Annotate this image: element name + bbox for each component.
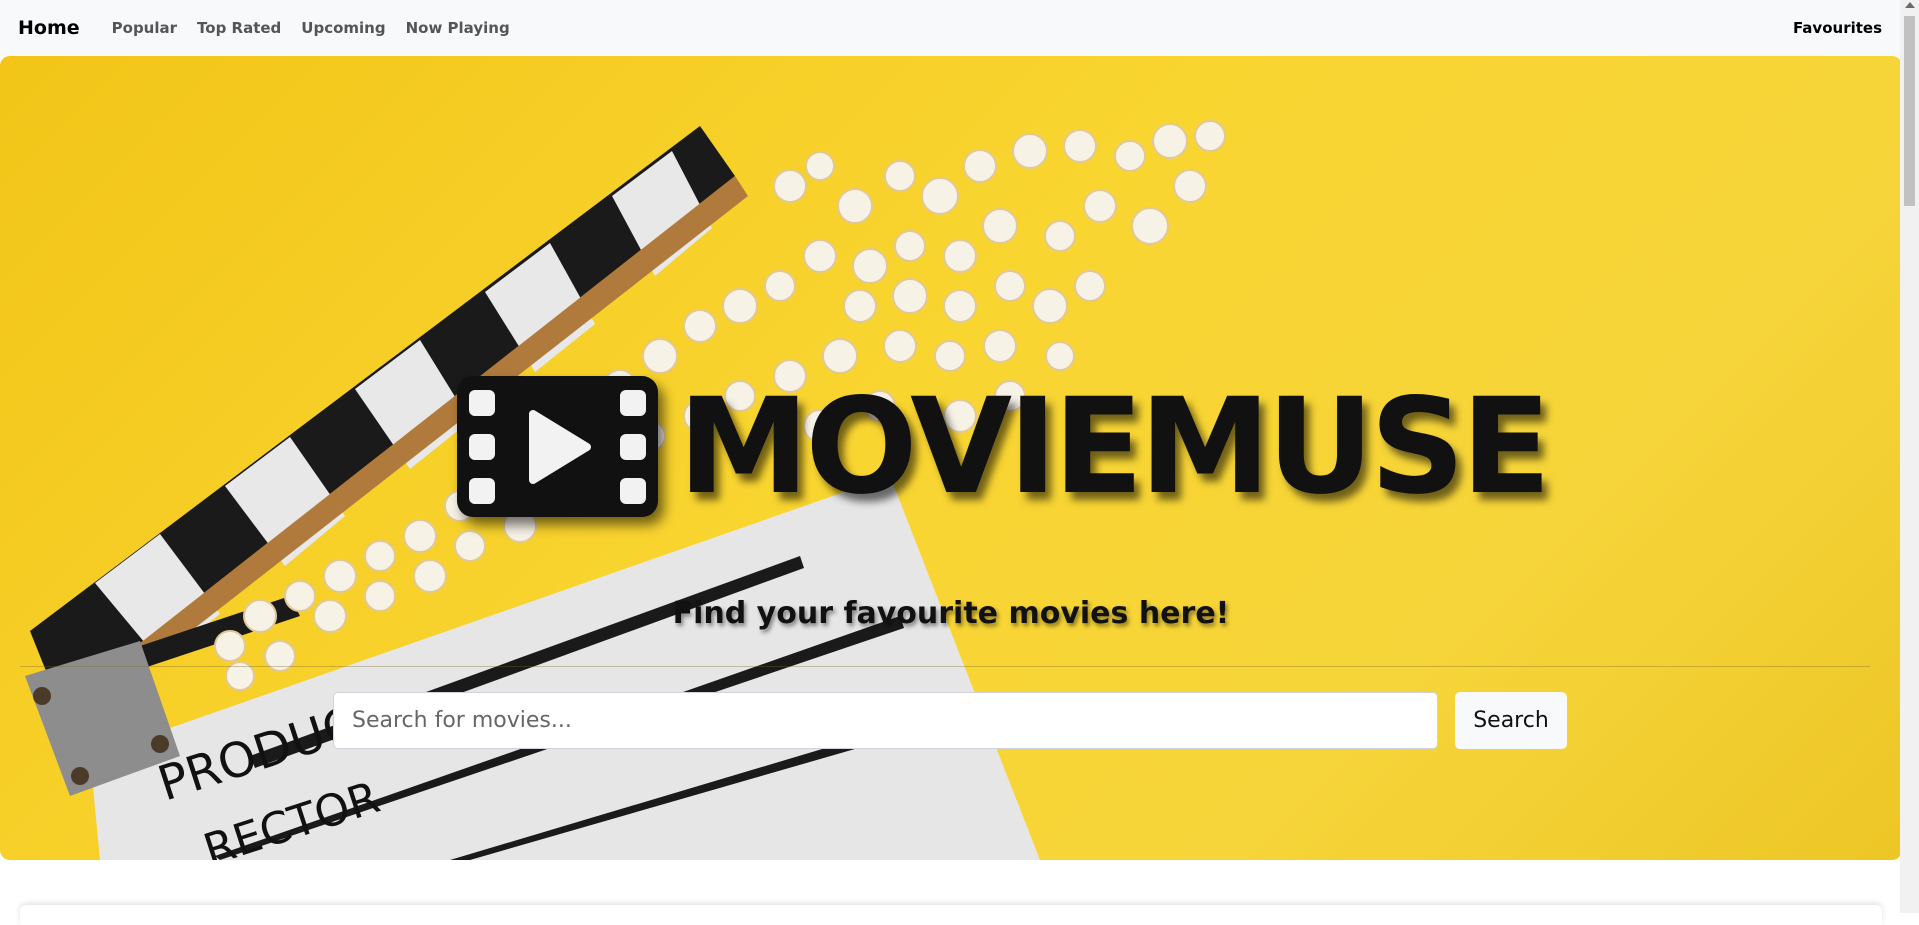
nav-now-playing-link[interactable]: Now Playing (406, 19, 510, 37)
hero-tagline: Find your favourite movies here! (672, 596, 1230, 631)
hero-banner: PRODUC t) RECTOR (0, 56, 1902, 860)
search-input[interactable] (333, 692, 1438, 749)
vertical-scrollbar[interactable] (1900, 0, 1919, 913)
nav-top-rated-link[interactable]: Top Rated (197, 19, 281, 37)
hero-divider (20, 666, 1870, 667)
nav-popular-link[interactable]: Popular (112, 19, 177, 37)
scroll-up-arrow-icon[interactable] (1905, 2, 1915, 8)
nav-favourites-link[interactable]: Favourites (1793, 19, 1882, 37)
content-card (20, 905, 1882, 925)
moviemuse-logo: MOVIEMUSE (455, 369, 1551, 524)
film-play-icon (457, 376, 658, 517)
scrollbar-thumb[interactable] (1904, 16, 1915, 206)
nav-links: Popular Top Rated Upcoming Now Playing (112, 19, 530, 37)
logo-wordmark: MOVIEMUSE (678, 369, 1551, 524)
search-form: Search (333, 692, 1567, 749)
search-button[interactable]: Search (1455, 692, 1567, 749)
nav-upcoming-link[interactable]: Upcoming (301, 19, 385, 37)
nav-home-link[interactable]: Home (18, 17, 80, 39)
navbar: Home Popular Top Rated Upcoming Now Play… (0, 0, 1900, 56)
